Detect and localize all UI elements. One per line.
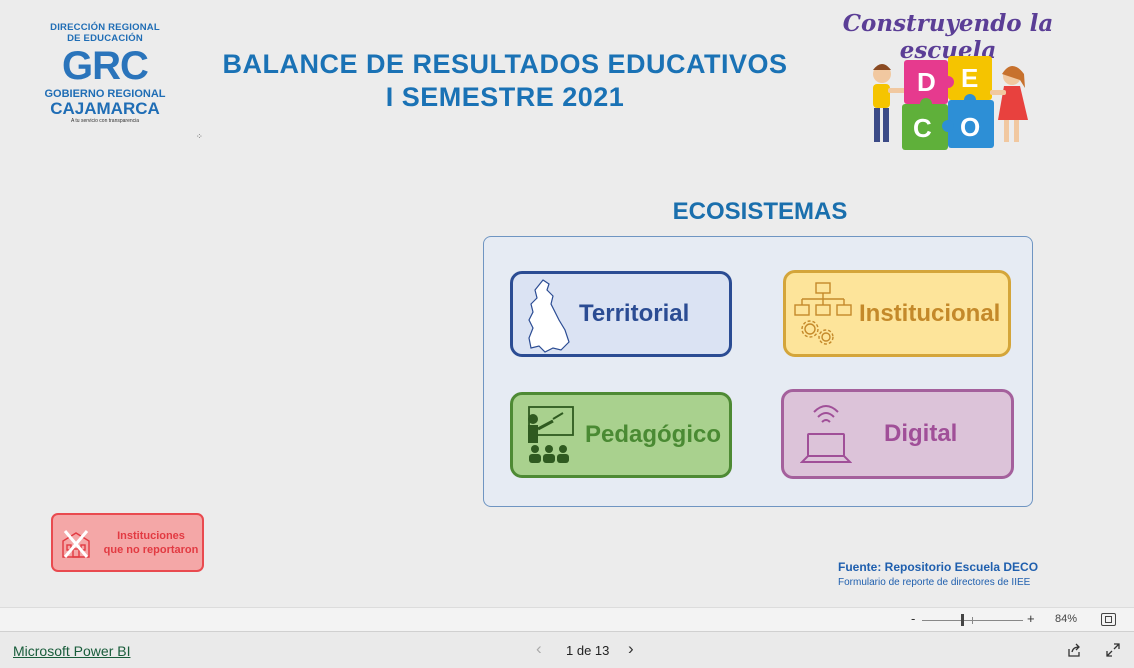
deco-letter-o: O <box>960 112 980 142</box>
territorial-label: Territorial <box>579 300 690 327</box>
grc-logo: DIRECCIÓN REGIONAL DE EDUCACIÓN GRC GOBI… <box>40 22 170 147</box>
zoom-out-button[interactable]: - <box>911 611 915 626</box>
territorial-button[interactable]: Territorial <box>510 271 732 357</box>
title-line2: I SEMESTRE 2021 <box>385 82 625 112</box>
ecosystems-title: ECOSISTEMAS <box>672 198 848 225</box>
deco-puzzle-illustration: D E C O <box>873 56 1028 150</box>
page-title: BALANCE DE RESULTADOS EDUCATIVOS I SEMES… <box>190 48 820 114</box>
fullscreen-icon[interactable] <box>1106 643 1120 657</box>
zoom-level: 84% <box>1055 613 1078 625</box>
map-icon <box>528 279 570 353</box>
org-chart-gears-icon <box>794 282 852 345</box>
source-detail: Formulario de reporte de directores de I… <box>838 577 1031 588</box>
zoom-bar: - + 84% <box>0 607 1134 632</box>
laptop-wifi-icon <box>800 405 852 463</box>
pedagogico-label: Pedagógico <box>585 421 722 448</box>
institucional-button[interactable]: Institucional <box>783 270 1011 357</box>
footer-bar: Microsoft Power BI ‹ 1 de 13 › <box>0 631 1134 668</box>
no-report-institutions-button[interactable]: Instituciones que no reportaron <box>51 513 204 572</box>
logo-line1: DIRECCIÓN REGIONAL <box>50 22 160 33</box>
logo-tagline: A tu servicio con transparencia <box>70 118 140 124</box>
next-page-icon[interactable]: › <box>628 639 634 659</box>
zoom-in-button[interactable]: + <box>1027 611 1035 626</box>
logo-mark: GRC <box>62 44 149 88</box>
previous-page-icon[interactable]: ‹ <box>536 639 542 659</box>
school-crossed-icon <box>62 530 90 558</box>
title-line1: BALANCE DE RESULTADOS EDUCATIVOS <box>222 49 788 79</box>
digital-button[interactable]: Digital <box>781 389 1014 479</box>
logo-line4: CAJAMARCA <box>50 99 160 118</box>
deco-letter-d: D <box>917 67 936 97</box>
deco-letter-c: C <box>913 113 932 143</box>
zoom-slider-thumb[interactable] <box>961 614 964 626</box>
fit-to-page-icon[interactable] <box>1101 613 1116 626</box>
zoom-slider-tick <box>972 617 973 624</box>
pedagogico-button[interactable]: Pedagógico <box>510 392 732 478</box>
no-report-line2: que no reportaron <box>103 544 199 556</box>
page-indicator: 1 de 13 <box>566 643 610 658</box>
share-icon[interactable] <box>1067 643 1081 657</box>
source-label: Fuente: Repositorio Escuela DECO <box>838 560 1039 574</box>
digital-label: Digital <box>884 420 958 447</box>
logo-line2: DE EDUCACIÓN <box>67 33 143 44</box>
deco-letter-e: E <box>961 63 978 93</box>
report-canvas: DIRECCIÓN REGIONAL DE EDUCACIÓN GRC GOBI… <box>0 0 1134 607</box>
no-report-label: Instituciones que no reportaron <box>99 529 203 557</box>
loading-icon: ⁘ <box>196 132 203 141</box>
institucional-label: Institucional <box>859 300 1001 327</box>
no-report-line1: Instituciones <box>117 530 185 542</box>
teacher-board-icon <box>528 406 574 463</box>
power-bi-link[interactable]: Microsoft Power BI <box>13 643 130 659</box>
